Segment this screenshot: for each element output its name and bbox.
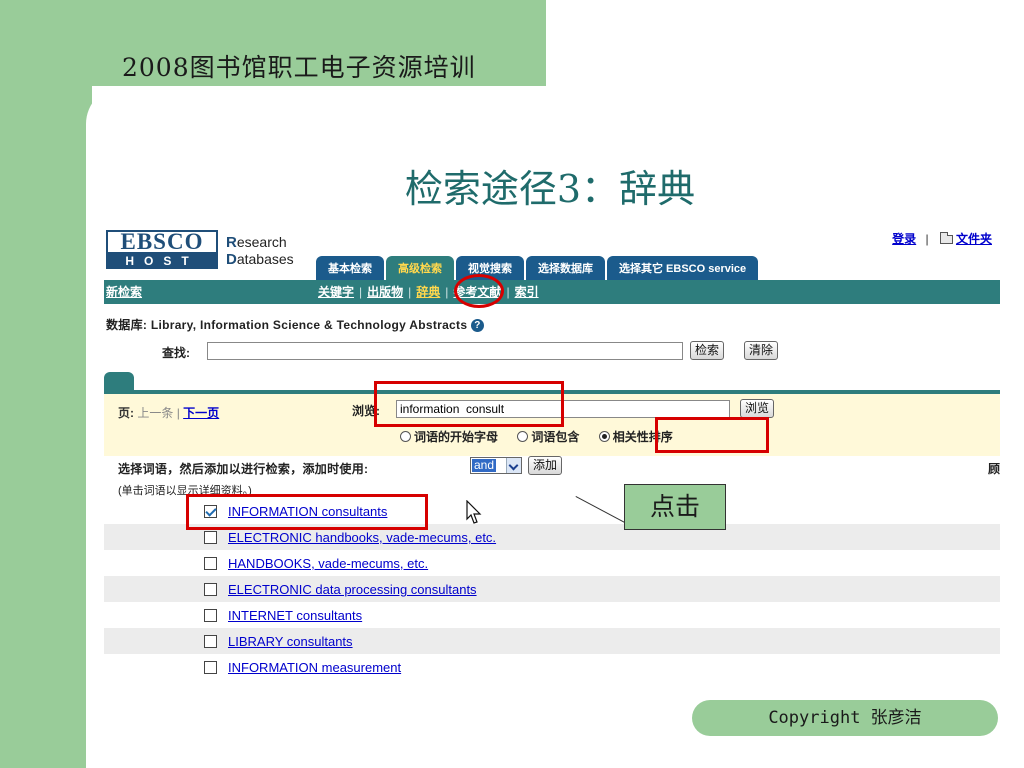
ebsco-logo[interactable]: EBSCO HOST [106,230,218,269]
pager-separator: | [176,406,180,420]
dictionary-highlight-circle [454,274,504,308]
relevance-highlight-box [655,417,769,453]
tab-other-ebsco-service[interactable]: 选择其它 EBSCO service [607,256,759,282]
nav-keywords-link[interactable]: 关键字 [318,285,354,299]
radio-starts-with[interactable]: 词语的开始字母 [400,428,498,445]
logo-ebsco-text: EBSCO [106,230,218,254]
list-item: INTERNET consultants [104,602,1000,628]
chevron-down-icon [506,458,521,473]
truncated-column-header: 顾 [987,462,1000,476]
selected-term-highlight-box [186,494,428,530]
nav-separator: | [359,285,363,299]
database-label: 数据库: Library, Information Science & Tech… [106,318,468,332]
checkbox[interactable] [204,635,217,648]
checkbox[interactable] [204,531,217,544]
mouse-cursor-icon [466,500,482,524]
term-link[interactable]: ELECTRONIC handbooks, vade-mecums, etc. [228,530,496,545]
ebsco-screenshot: EBSCO HOST Research Databases 登录 | 文件夹 基… [104,222,1000,684]
research-databases-brand: Research Databases [226,234,294,268]
page-label: 页: [118,406,134,420]
term-link[interactable]: INTERNET consultants [228,608,362,623]
checkbox[interactable] [204,583,217,596]
checkbox[interactable] [204,609,217,622]
add-button[interactable]: 添加 [528,456,563,475]
tab-advanced-search[interactable]: 高级检索 [386,256,454,282]
list-item: ELECTRONIC data processing consultants [104,576,1000,602]
radio-contains[interactable]: 词语包含 [517,428,579,445]
browse-button[interactable]: 浏览 [740,399,775,418]
slide-header: 2008图书馆职工电子资源培训 [122,53,476,82]
term-link[interactable]: INFORMATION measurement [228,660,401,675]
find-input[interactable] [207,342,683,360]
search-mode-tabs: 基本检索 高级检索 视觉搜索 选择数据库 选择其它 EBSCO service [316,256,760,282]
radio-label: 词语包含 [531,430,580,444]
brand-research-rest: esearch [236,234,287,250]
sub-nav-bar: 新检索 关键字 | 出版物 | 辞典 | 参考文献 | 索引 [104,280,1000,304]
term-link[interactable]: ELECTRONIC data processing consultants [228,582,477,597]
radio-button-selected-icon [598,431,610,442]
select-terms-instruction: 选择词语，然后添加以进行检索，添加时使用: [118,462,369,476]
nav-separator: | [506,285,510,299]
database-line: 数据库: Library, Information Science & Tech… [106,316,484,333]
nav-index-link[interactable]: 索引 [515,285,539,299]
folder-link[interactable]: 文件夹 [956,232,992,246]
click-callout: 点击 [624,484,726,530]
list-item: LIBRARY consultants [104,628,1000,654]
radio-button-icon [400,431,411,442]
sub-nav-links: 关键字 | 出版物 | 辞典 | 参考文献 | 索引 [318,280,539,304]
term-link[interactable]: HANDBOOKS, vade-mecums, etc. [228,556,428,571]
list-item: INFORMATION measurement [104,654,1000,680]
search-button[interactable]: 检索 [690,341,725,360]
top-links-separator: | [925,232,929,246]
find-label: 查找: [162,346,190,360]
nav-separator: | [408,285,412,299]
term-link[interactable]: LIBRARY consultants [228,634,353,649]
operator-select[interactable]: and [470,457,522,474]
slide-left-band [0,0,92,768]
slide-title: 检索途径3：辞典 [404,167,696,211]
checkbox[interactable] [204,557,217,570]
brand-databases-initial: D [226,251,237,268]
brand-databases-rest: atabases [236,251,294,267]
radio-label: 词语的开始字母 [414,430,499,444]
operator-value: and [472,458,497,472]
nav-separator: | [445,285,449,299]
tab-basic-search[interactable]: 基本检索 [316,256,384,282]
checkbox[interactable] [204,661,217,674]
radio-button-icon [517,431,529,442]
browse-options: 词语的开始字母 词语包含 相关性排序 [400,428,689,445]
copyright-badge: Copyright 张彦洁 [692,700,998,736]
logo-host-text: HOST [106,254,218,269]
next-page-link[interactable]: 下一页 [183,406,219,420]
help-icon[interactable]: ? [470,319,484,332]
nav-dictionary-link[interactable]: 辞典 [416,285,440,299]
tab-choose-databases[interactable]: 选择数据库 [526,256,605,282]
brand-research-initial: R [226,234,237,251]
folder-icon[interactable] [939,232,953,244]
nav-publications-link[interactable]: 出版物 [367,285,403,299]
top-links: 登录 | 文件夹 [892,230,992,247]
prev-link: 上一条 [137,406,174,420]
pager: 页: 上一条 | 下一页 [118,404,219,421]
login-link[interactable]: 登录 [892,232,916,246]
clear-button[interactable]: 清除 [744,341,779,360]
list-item: HANDBOOKS, vade-mecums, etc. [104,550,1000,576]
browse-input-highlight-box [374,381,564,427]
new-search-link[interactable]: 新检索 [106,280,142,304]
